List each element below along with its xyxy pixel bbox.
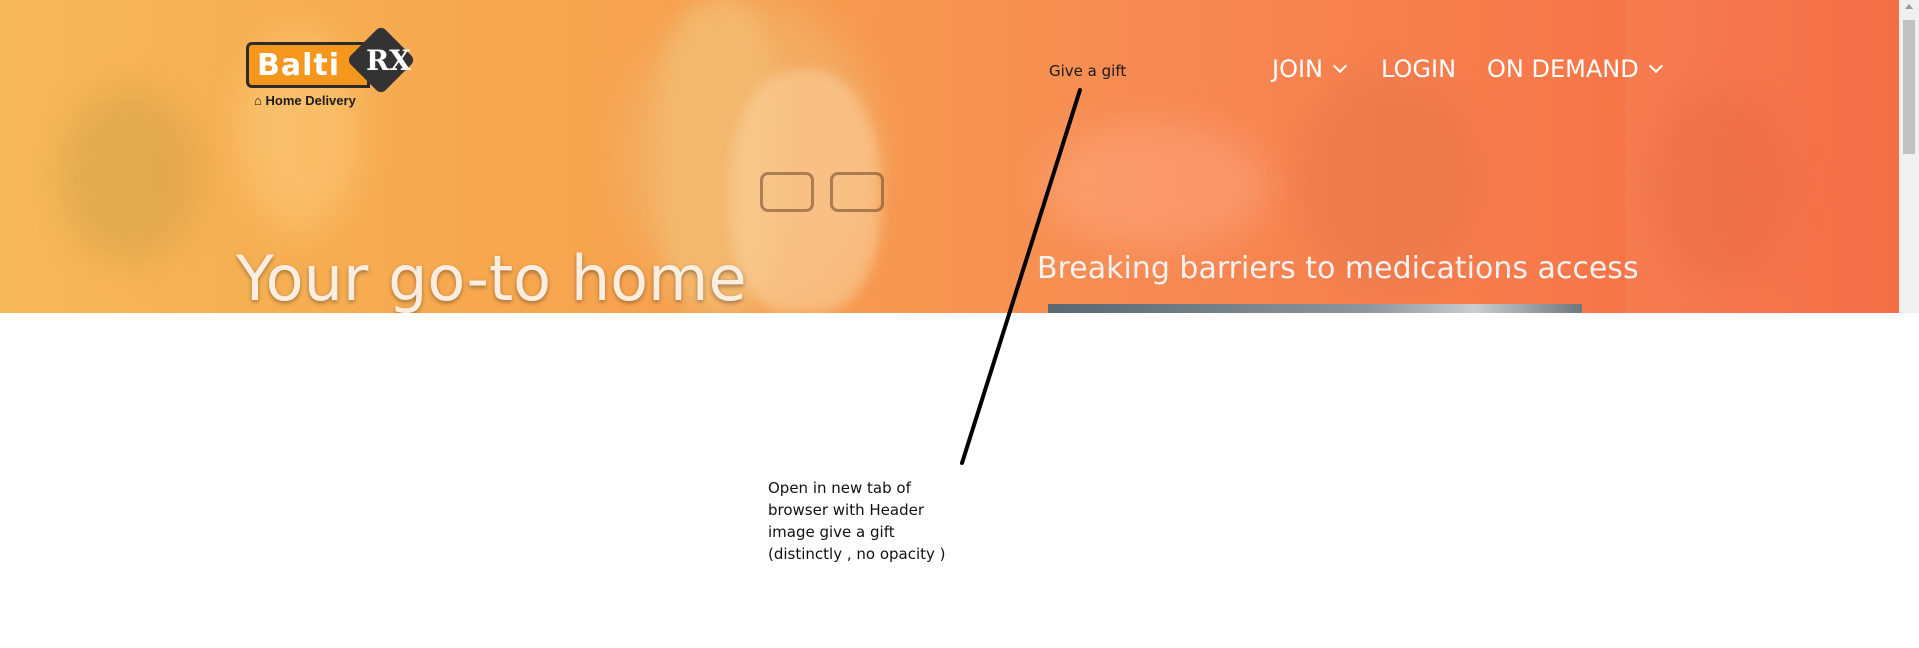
annotation-arrow-line [960,88,1082,465]
annotation-line: browser with Header [768,501,924,519]
annotation-line: Open in new tab of [768,479,911,497]
annotation-line: (distinctly , no opacity ) [768,545,946,563]
annotation-line: image give a gift [768,523,895,541]
annotation-note: Open in new tab of browser with Header i… [768,477,998,565]
